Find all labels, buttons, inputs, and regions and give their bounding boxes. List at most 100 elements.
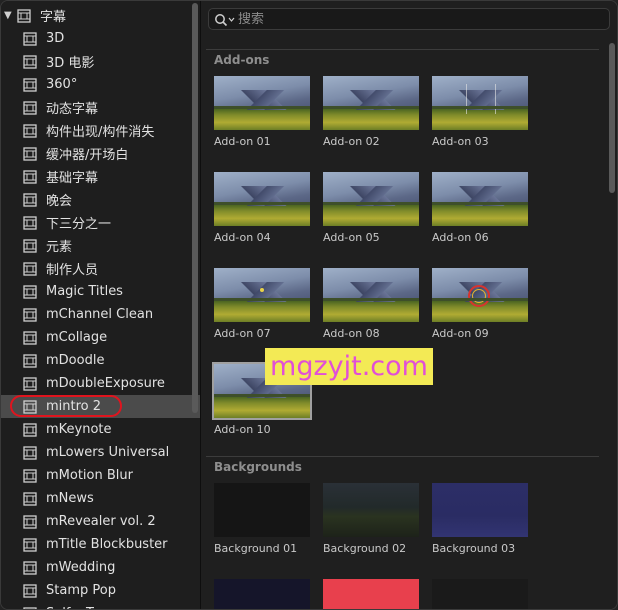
thumbnail-label: Add-on 04 [214, 231, 271, 244]
sidebar-item[interactable]: 晚会 [1, 188, 200, 211]
thumbnail-image[interactable] [432, 268, 528, 322]
sidebar-item[interactable]: mWedding [1, 556, 200, 579]
thumbnail-tile[interactable]: Background 03 [432, 483, 528, 555]
thumbnail-image[interactable] [432, 172, 528, 226]
sidebar-item-label: Self... T... [46, 606, 105, 609]
sidebar-item[interactable]: mLowers Universal [1, 441, 200, 464]
sidebar-root-titles[interactable]: ▼ 字幕 [1, 4, 192, 27]
thumbnail-label: Add-on 02 [323, 135, 380, 148]
sidebar-item-label: 元素 [46, 240, 73, 255]
sidebar-item[interactable]: mDoodle [1, 349, 200, 372]
thumbnail-image[interactable] [323, 268, 419, 322]
sidebar-item[interactable]: mTitle Blockbuster [1, 533, 200, 556]
sidebar: ▼ 字幕 3D 3D 电影 360° 动态字幕 构件出现/构件消失 缓冲器/开场白 基础字幕… [1, 1, 201, 609]
sidebar-item[interactable]: Magic Titles [1, 280, 200, 303]
title-category-icon [23, 100, 37, 115]
sidebar-item[interactable]: mCollage [1, 326, 200, 349]
thumbnail-tile[interactable]: Background 02 [323, 483, 419, 555]
sidebar-item[interactable]: mNews [1, 487, 200, 510]
thumbnail-label: Add-on 05 [323, 231, 380, 244]
thumbnail-label: Add-on 08 [323, 327, 380, 340]
main-browser: Add-ons Add-on 01 Add-on 02 Add-on 03 Add-o… [201, 1, 617, 609]
thumbnail-tile[interactable]: Add-on 02 [323, 76, 419, 148]
sidebar-item[interactable]: 下三分之一 [1, 211, 200, 234]
thumbnail-image[interactable] [323, 579, 419, 609]
thumbnail-label: Add-on 09 [432, 327, 489, 340]
sidebar-item-label: mDoubleExposure [46, 376, 165, 391]
title-category-icon [23, 77, 37, 92]
title-category-icon [23, 215, 37, 230]
section-title-backgrounds: Backgrounds [214, 460, 302, 474]
thumbnail-image[interactable] [432, 76, 528, 130]
sidebar-item[interactable]: 3D 电影 [1, 50, 200, 73]
thumbnail-image[interactable] [214, 483, 310, 537]
title-category-icon [23, 583, 37, 598]
thumbnail-tile[interactable]: Add-on 01 [214, 76, 310, 148]
sidebar-item-label: 下三分之一 [46, 217, 112, 232]
titles-category-icon [17, 8, 31, 23]
disclosure-triangle-icon[interactable]: ▼ [4, 10, 14, 21]
sidebar-item[interactable]: mMotion Blur [1, 464, 200, 487]
search-bar[interactable] [208, 8, 610, 30]
search-input[interactable] [236, 11, 580, 27]
browser-window: ▼ 字幕 3D 3D 电影 360° 动态字幕 构件出现/构件消失 缓冲器/开场白 基础字幕… [0, 0, 618, 610]
sidebar-item[interactable]: mDoubleExposure [1, 372, 200, 395]
sidebar-item[interactable]: Stamp Pop [1, 579, 200, 602]
section-divider [206, 49, 599, 50]
sidebar-item[interactable]: 构件出现/构件消失 [1, 119, 200, 142]
sidebar-item[interactable]: mChannel Clean [1, 303, 200, 326]
thumbnail-image[interactable] [214, 76, 310, 130]
thumbnail-tile[interactable]: Add-on 09 [432, 268, 528, 340]
content-scrollbar[interactable] [609, 43, 615, 193]
title-category-icon [23, 560, 37, 575]
sidebar-item-label: mWedding [46, 560, 116, 575]
thumbnail-tile[interactable]: Background 01 [214, 483, 310, 555]
thumbnail-tile[interactable]: Add-on 03 [432, 76, 528, 148]
sidebar-item[interactable]: 缓冲器/开场白 [1, 142, 200, 165]
thumbnail-label: Add-on 06 [432, 231, 489, 244]
sidebar-item[interactable]: Self... T... [1, 602, 200, 609]
thumbnail-label: Background 03 [432, 542, 516, 555]
search-icon[interactable] [214, 12, 236, 27]
thumbnail-tile[interactable]: Add-on 07 [214, 268, 310, 340]
title-category-icon [23, 123, 37, 138]
thumbnail-image[interactable] [214, 579, 310, 609]
thumbnail-image[interactable] [323, 172, 419, 226]
thumbnail-image[interactable] [214, 268, 310, 322]
sidebar-item[interactable]: 3D [1, 27, 200, 50]
thumbnail-tile[interactable]: Add-on 06 [432, 172, 528, 244]
section-title-addons: Add-ons [214, 53, 270, 67]
sidebar-item[interactable]: 基础字幕 [1, 165, 200, 188]
thumbnail-image[interactable] [432, 579, 528, 609]
thumbnail-tile[interactable]: Add-on 04 [214, 172, 310, 244]
title-category-icon [23, 330, 37, 345]
title-category-icon [23, 491, 37, 506]
thumbnail-tile[interactable]: Add-on 05 [323, 172, 419, 244]
sidebar-item[interactable]: 360° [1, 73, 200, 96]
sidebar-item-label: 3D [46, 31, 65, 46]
thumbnail-label: Background 01 [214, 542, 298, 555]
thumbnail-image[interactable] [214, 172, 310, 226]
sidebar-item-label: mChannel Clean [46, 307, 154, 322]
browser-content: Add-ons Add-on 01 Add-on 02 Add-on 03 Add-o… [201, 37, 617, 609]
ring-graphic [472, 289, 486, 303]
thumbnail-image[interactable] [323, 483, 419, 537]
sidebar-item-label: mCollage [46, 330, 108, 345]
thumbnail-tile[interactable]: Add-on 08 [323, 268, 419, 340]
sidebar-item-label: mLowers Universal [46, 445, 170, 460]
sidebar-item-label: mTitle Blockbuster [46, 537, 168, 552]
dot-graphic [260, 288, 264, 292]
sidebar-item[interactable]: 元素 [1, 234, 200, 257]
thumbnail-image[interactable] [432, 483, 528, 537]
title-category-icon [23, 422, 37, 437]
title-category-icon [23, 445, 37, 460]
title-category-icon [23, 261, 37, 276]
sidebar-item[interactable]: mRevealer vol. 2 [1, 510, 200, 533]
sidebar-scrollbar[interactable] [192, 3, 198, 413]
sidebar-item[interactable]: 动态字幕 [1, 96, 200, 119]
sidebar-item-label: 制作人员 [46, 263, 99, 278]
title-category-icon [23, 514, 37, 529]
sidebar-item[interactable]: 制作人员 [1, 257, 200, 280]
sidebar-item[interactable]: mKeynote [1, 418, 200, 441]
thumbnail-image[interactable] [323, 76, 419, 130]
